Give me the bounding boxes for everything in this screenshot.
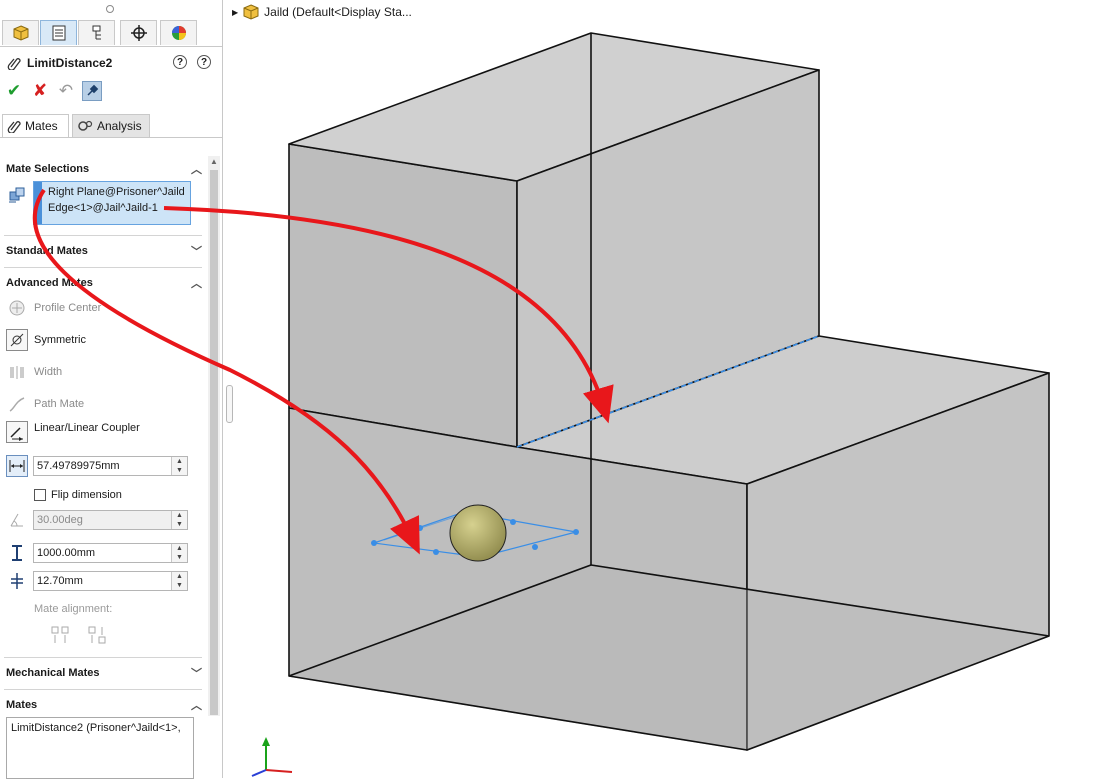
back-left-face[interactable] bbox=[288, 143, 518, 448]
graphics-viewport[interactable] bbox=[0, 0, 1102, 778]
prisoner-ball[interactable] bbox=[449, 504, 507, 562]
triad-axes-icon bbox=[251, 737, 293, 777]
